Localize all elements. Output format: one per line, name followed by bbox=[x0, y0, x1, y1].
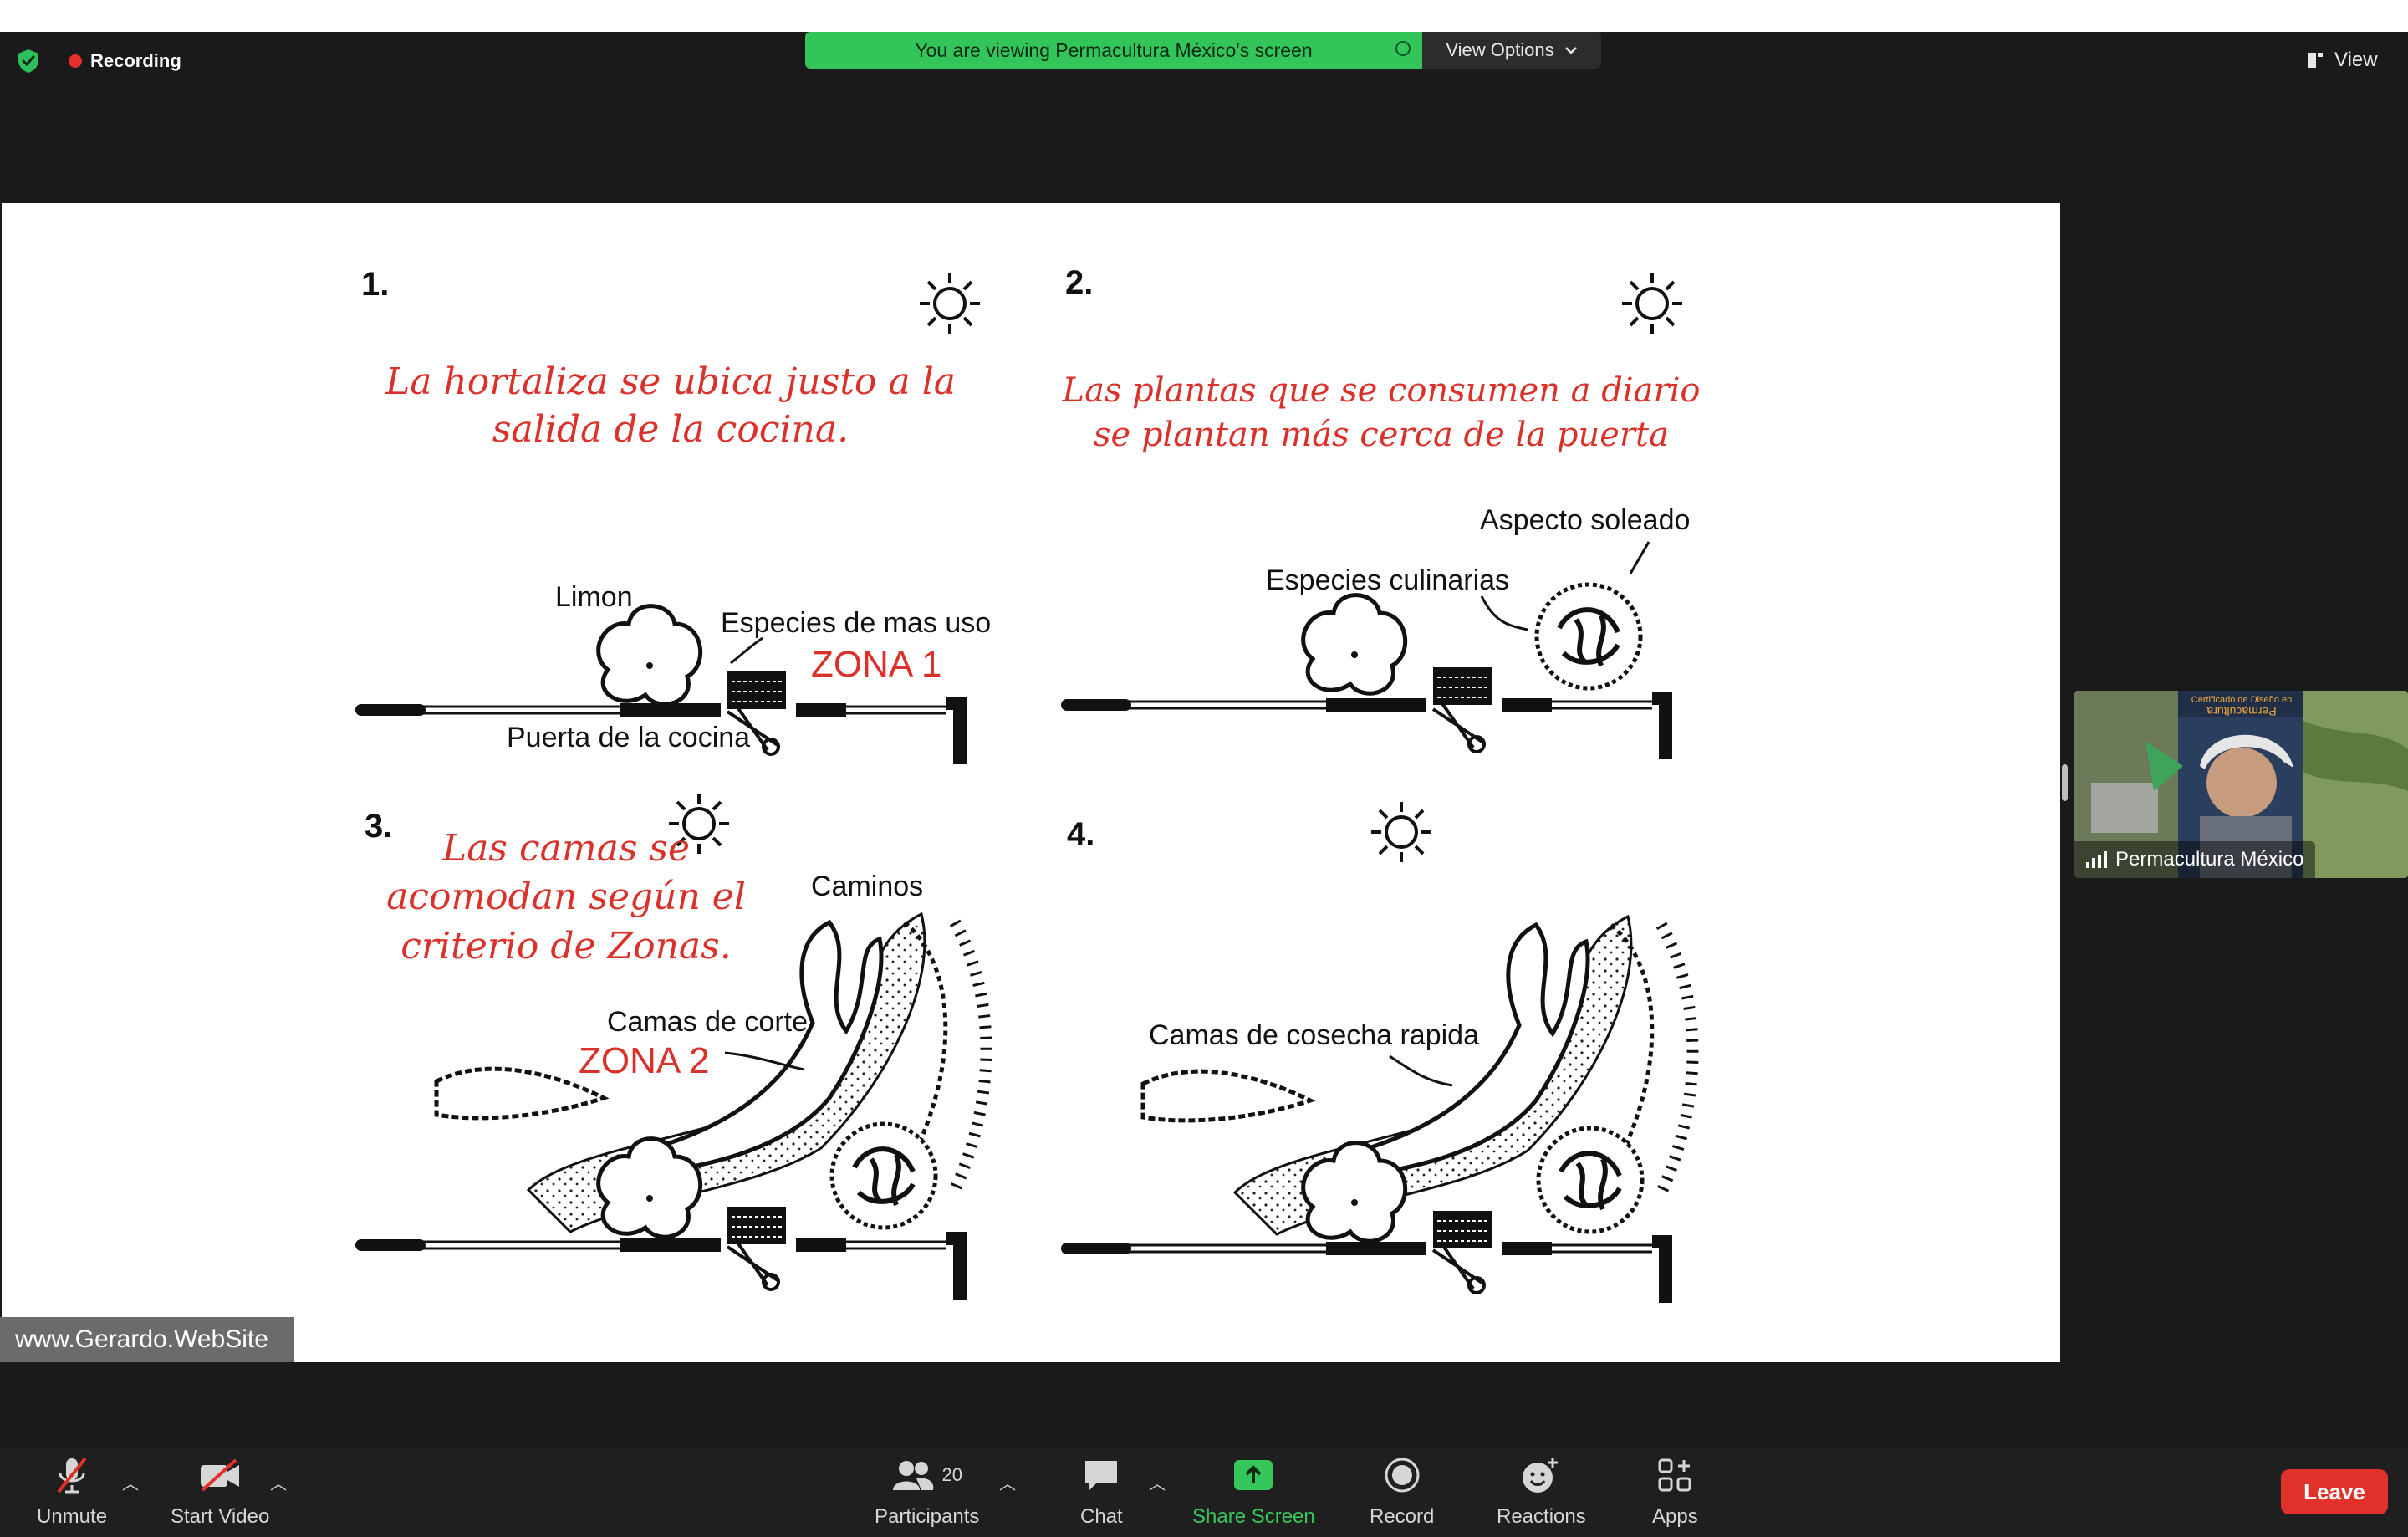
slide-drawing: 1. 2. 3. 4. La hortaliza se ubica justo … bbox=[2, 264, 1701, 1362]
participants-count: 20 bbox=[941, 1464, 962, 1485]
reactions-icon bbox=[1523, 1458, 1559, 1493]
panel-2-number: 2. bbox=[1065, 264, 1093, 301]
recording-dot-icon bbox=[69, 54, 82, 68]
label-caminos: Caminos bbox=[811, 871, 923, 902]
panel-1 bbox=[361, 272, 982, 764]
share-screen-button[interactable]: Share Screen bbox=[1192, 1453, 1315, 1529]
panel-1-caption-line-1: La hortaliza se ubica justo a la bbox=[385, 360, 956, 403]
thumb-title-1: Certificado de Diseño en bbox=[2191, 695, 2292, 705]
panel-3-caption-line-1: Las camas se bbox=[441, 827, 690, 870]
apps-icon bbox=[1658, 1458, 1691, 1492]
speaker-name: Permacultura México bbox=[2115, 848, 2304, 871]
unmute-label: Unmute bbox=[37, 1505, 108, 1528]
audio-options-chevron-icon[interactable]: ︿ bbox=[122, 1470, 139, 1494]
shield-icon[interactable] bbox=[17, 49, 40, 74]
label-aspecto-soleado: Aspecto soleado bbox=[1480, 504, 1690, 536]
signal-bars-icon bbox=[2086, 851, 2107, 868]
chat-icon bbox=[1085, 1461, 1118, 1491]
panel-3-caption-line-3: criterio de Zonas. bbox=[400, 925, 731, 968]
leave-button[interactable]: Leave bbox=[2281, 1469, 2388, 1514]
shared-slide: 1. 2. 3. 4. La hortaliza se ubica justo … bbox=[2, 203, 2060, 1362]
label-limon: Limon bbox=[555, 581, 633, 613]
participants-button[interactable]: 20 Participants bbox=[875, 1453, 979, 1529]
reactions-button[interactable]: Reactions bbox=[1497, 1453, 1586, 1529]
recording-indicator[interactable]: Recording bbox=[69, 49, 181, 74]
unmute-button[interactable]: Unmute bbox=[37, 1453, 107, 1529]
website-watermark: www.Gerardo.WebSite bbox=[0, 1317, 294, 1362]
panel-2-caption-line-1: Las plantas que se consumen a diario bbox=[1062, 371, 1701, 410]
view-options-button[interactable]: View Options bbox=[1422, 32, 1601, 69]
panel-3-number: 3. bbox=[365, 808, 392, 845]
panel-resize-handle[interactable] bbox=[2062, 764, 2068, 801]
share-screen-icon bbox=[1234, 1460, 1273, 1490]
video-off-icon bbox=[201, 1458, 240, 1492]
start-video-label: Start Video bbox=[171, 1505, 270, 1528]
chat-label: Chat bbox=[1080, 1505, 1123, 1528]
chevron-down-icon bbox=[1564, 47, 1577, 54]
participants-icon bbox=[893, 1461, 934, 1490]
record-icon bbox=[1385, 1458, 1420, 1493]
share-screen-label: Share Screen bbox=[1192, 1505, 1315, 1528]
panel-3-caption-line-2: acomodan según el bbox=[386, 876, 746, 918]
banner-text: You are viewing Permacultura México's sc… bbox=[915, 38, 1313, 61]
record-button[interactable]: Record bbox=[1370, 1453, 1434, 1529]
label-especies-mas-uso: Especies de mas uso bbox=[721, 607, 991, 639]
record-label: Record bbox=[1370, 1505, 1435, 1528]
participants-options-chevron-icon[interactable]: ︿ bbox=[999, 1470, 1016, 1494]
status-circle-icon bbox=[1395, 41, 1411, 56]
label-puerta-cocina: Puerta de la cocina bbox=[507, 722, 750, 753]
panel-4 bbox=[1067, 800, 1693, 1303]
start-video-button[interactable]: Start Video bbox=[171, 1453, 269, 1529]
label-especies-culinarias: Especies culinarias bbox=[1266, 564, 1509, 596]
reactions-label: Reactions bbox=[1497, 1505, 1586, 1528]
label-zona-1: ZONA 1 bbox=[811, 644, 942, 685]
label-camas-cosecha: Camas de cosecha rapida bbox=[1149, 1019, 1479, 1051]
video-options-chevron-icon[interactable]: ︿ bbox=[270, 1470, 287, 1494]
recording-label: Recording bbox=[90, 50, 181, 71]
view-label: View bbox=[2334, 49, 2378, 71]
view-options-label: View Options bbox=[1446, 39, 1554, 60]
panel-1-number: 1. bbox=[361, 266, 389, 303]
chat-options-chevron-icon[interactable]: ︿ bbox=[1149, 1470, 1166, 1494]
panel-2-caption-line-2: se plantan más cerca de la puerta bbox=[1094, 416, 1669, 454]
view-button[interactable]: View bbox=[2306, 46, 2378, 74]
thumb-title-2: Permacultura bbox=[2206, 705, 2276, 718]
os-top-strip bbox=[0, 0, 2408, 32]
label-zona-2: ZONA 2 bbox=[579, 1040, 710, 1081]
muted-mic-icon bbox=[57, 1457, 87, 1494]
participants-label: Participants bbox=[875, 1505, 980, 1528]
layout-icon bbox=[2308, 53, 2323, 68]
label-camas-corte: Camas de corte bbox=[607, 1006, 808, 1038]
apps-button[interactable]: Apps bbox=[1652, 1453, 1698, 1529]
panel-4-number: 4. bbox=[1067, 816, 1094, 853]
screen-share-banner: You are viewing Permacultura México's sc… bbox=[805, 32, 1422, 69]
apps-label: Apps bbox=[1652, 1505, 1698, 1528]
speaker-name-tag: Permacultura México bbox=[2074, 841, 2316, 878]
panel-1-caption-line-2: salida de la cocina. bbox=[492, 408, 849, 451]
chat-button[interactable]: Chat bbox=[1080, 1453, 1123, 1529]
